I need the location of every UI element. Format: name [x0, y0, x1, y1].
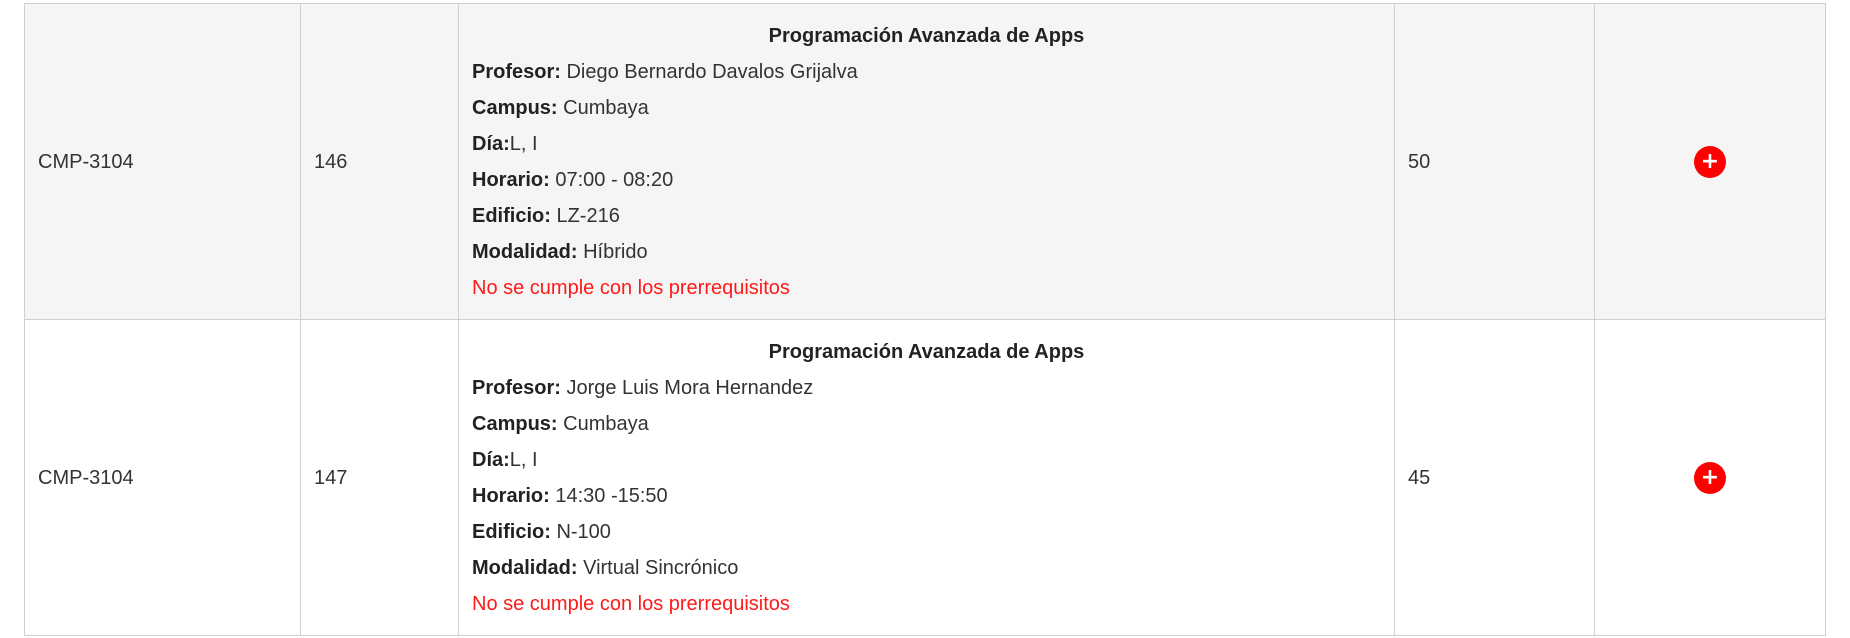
- profesor-label: Profesor:: [472, 376, 561, 399]
- course-title: Programación Avanzada de Apps: [768, 340, 1085, 363]
- profesor-value: Diego Bernardo Davalos Grijalva: [560, 60, 858, 83]
- dia-value: L, I: [509, 132, 538, 155]
- edificio-label: Edificio:: [472, 520, 551, 543]
- modalidad-label: Modalidad:: [472, 556, 578, 579]
- action-cell: +: [1594, 3, 1826, 320]
- prerequisite-warning: No se cumple con los prerrequisitos: [472, 276, 790, 299]
- action-cell: +: [1594, 319, 1826, 636]
- campus-value: Cumbaya: [557, 412, 649, 435]
- modalidad-line: Modalidad: Híbrido: [472, 234, 1381, 270]
- plus-icon: +: [1700, 464, 1720, 490]
- campus-value: Cumbaya: [557, 96, 649, 119]
- course-title: Programación Avanzada de Apps: [768, 24, 1085, 47]
- campus-label: Campus:: [472, 96, 558, 119]
- horario-label: Horario:: [472, 484, 550, 507]
- edificio-value: N-100: [550, 520, 611, 543]
- profesor-line: Profesor: Jorge Luis Mora Hernandez: [472, 370, 1381, 406]
- sections-table: CMP-3104 146 Programación Avanzada de Ap…: [24, 3, 1826, 636]
- modalidad-value: Virtual Sincrónico: [577, 556, 739, 579]
- horario-line: Horario: 07:00 - 08:20: [472, 162, 1381, 198]
- sections-table-container: CMP-3104 146 Programación Avanzada de Ap…: [0, 0, 1850, 638]
- course-code-cell: CMP-3104: [24, 3, 301, 320]
- table-row: CMP-3104 147 Programación Avanzada de Ap…: [24, 319, 1826, 636]
- campus-line: Campus: Cumbaya: [472, 90, 1381, 126]
- dia-label: Día:: [472, 132, 510, 155]
- modalidad-line: Modalidad: Virtual Sincrónico: [472, 550, 1381, 586]
- dia-line: Día:L, I: [472, 126, 1381, 162]
- dia-line: Día:L, I: [472, 442, 1381, 478]
- horario-value: 07:00 - 08:20: [549, 168, 674, 191]
- campus-line: Campus: Cumbaya: [472, 406, 1381, 442]
- nrc-cell: 146: [300, 3, 459, 320]
- horario-label: Horario:: [472, 168, 550, 191]
- edificio-label: Edificio:: [472, 204, 551, 227]
- prerequisite-warning: No se cumple con los prerrequisitos: [472, 592, 790, 615]
- edificio-line: Edificio: LZ-216: [472, 198, 1381, 234]
- campus-label: Campus:: [472, 412, 558, 435]
- profesor-line: Profesor: Diego Bernardo Davalos Grijalv…: [472, 54, 1381, 90]
- profesor-value: Jorge Luis Mora Hernandez: [560, 376, 814, 399]
- nrc-cell: 147: [300, 319, 459, 636]
- course-info-cell: Programación Avanzada de Apps Profesor: …: [458, 319, 1395, 636]
- add-section-button[interactable]: +: [1694, 461, 1726, 494]
- course-info-cell: Programación Avanzada de Apps Profesor: …: [458, 3, 1395, 320]
- horario-value: 14:30 -15:50: [549, 484, 668, 507]
- modalidad-label: Modalidad:: [472, 240, 578, 263]
- plus-icon: +: [1700, 148, 1720, 174]
- horario-line: Horario: 14:30 -15:50: [472, 478, 1381, 514]
- edificio-line: Edificio: N-100: [472, 514, 1381, 550]
- course-code-cell: CMP-3104: [24, 319, 301, 636]
- dia-label: Día:: [472, 448, 510, 471]
- capacity-cell: 50: [1394, 3, 1595, 320]
- modalidad-value: Híbrido: [577, 240, 648, 263]
- dia-value: L, I: [509, 448, 538, 471]
- capacity-cell: 45: [1394, 319, 1595, 636]
- table-row: CMP-3104 146 Programación Avanzada de Ap…: [24, 3, 1826, 320]
- profesor-label: Profesor:: [472, 60, 561, 83]
- add-section-button[interactable]: +: [1694, 145, 1726, 178]
- edificio-value: LZ-216: [550, 204, 620, 227]
